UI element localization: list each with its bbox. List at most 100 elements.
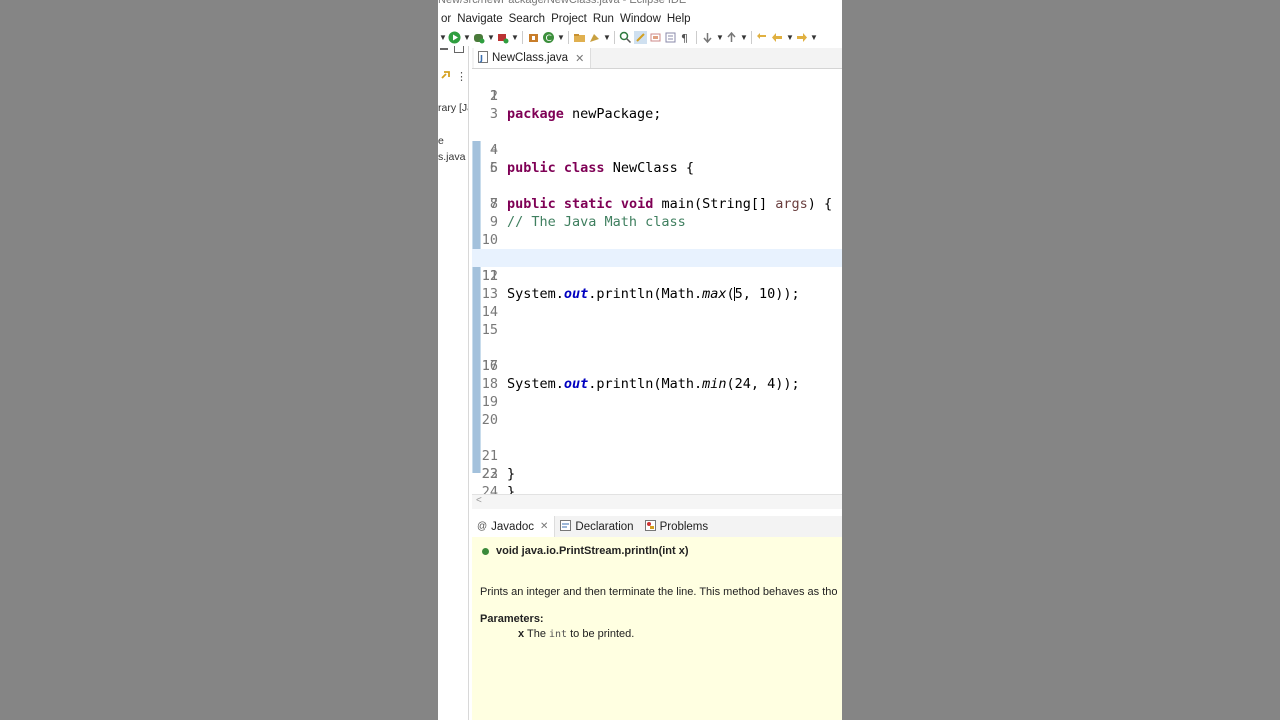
tree-item-package[interactable]: e xyxy=(438,135,444,147)
code-line: 13 xyxy=(481,286,498,302)
forward-icon[interactable] xyxy=(795,31,808,44)
scroll-left-icon[interactable]: < xyxy=(476,495,482,506)
javadoc-params-heading: Parameters: xyxy=(480,613,544,625)
code-line: 8 xyxy=(489,196,498,212)
tree-item-java-file[interactable]: s.java xyxy=(438,151,465,163)
menu-help[interactable]: Help xyxy=(664,10,694,28)
dropdown-arrow-icon[interactable]: ▼ xyxy=(810,31,818,44)
dropdown-arrow-icon[interactable]: ▼ xyxy=(463,31,471,44)
dropdown-arrow-icon[interactable]: ▼ xyxy=(603,31,611,44)
next-annotation-icon[interactable] xyxy=(701,31,714,44)
svg-text:C: C xyxy=(546,34,552,44)
eclipse-window: New/src/newPackage/NewClass.java - Eclip… xyxy=(438,0,842,720)
code-line: 3 xyxy=(489,106,498,122)
code-line: 17 xyxy=(481,358,498,374)
svg-text:¶: ¶ xyxy=(681,32,688,44)
view-menu-icon[interactable]: ⋮ xyxy=(456,70,467,83)
code-line: 1 package newPackage; xyxy=(489,88,662,122)
previous-annotation-icon[interactable] xyxy=(725,31,738,44)
main-toolbar: ▼ ▼ ▼ ▼ C ▼ ▼ ¶ ▼ ▼ ▼ ▼ xyxy=(438,28,842,46)
code-line: 23 xyxy=(481,466,498,482)
fold-collapse-icon[interactable]: ⊖ xyxy=(492,141,497,159)
run-icon[interactable] xyxy=(448,31,461,44)
bottom-panel-tabs: @ Javadoc ✕ Declaration Problems xyxy=(472,516,842,538)
problems-icon xyxy=(644,519,656,534)
at-icon: @ xyxy=(477,521,488,532)
menu-bar: or Navigate Search Project Run Window He… xyxy=(438,10,842,28)
show-whitespace-icon[interactable]: ¶ xyxy=(679,31,692,45)
menu-run[interactable]: Run xyxy=(590,10,617,28)
public-method-icon xyxy=(482,547,489,555)
last-edit-location-icon[interactable] xyxy=(756,31,769,44)
external-tools-icon[interactable] xyxy=(496,31,509,44)
code-line: 24 xyxy=(481,484,498,494)
declaration-icon xyxy=(560,519,572,534)
code-line: 12 xyxy=(481,268,498,284)
code-line: 4 public class NewClass { xyxy=(489,142,694,176)
code-line: 14 xyxy=(481,304,498,320)
menu-project[interactable]: Project xyxy=(548,10,590,28)
code-line: 22 } xyxy=(481,466,516,494)
toolbar-separator xyxy=(568,30,569,44)
code-line: 6 xyxy=(489,160,498,176)
menu-editor[interactable]: or xyxy=(438,10,454,28)
code-line: 7 // The Java Math class xyxy=(489,196,686,230)
menu-search[interactable]: Search xyxy=(506,10,548,28)
toolbar-separator xyxy=(751,30,752,44)
dropdown-arrow-icon[interactable]: ▼ xyxy=(786,31,794,44)
code-line: 9 xyxy=(489,214,498,230)
javadoc-view: void java.io.PrintStream.println(int x) … xyxy=(472,537,842,720)
tree-item-jre-library[interactable]: rary [Ja xyxy=(438,102,468,114)
horizontal-scrollbar[interactable]: < xyxy=(472,494,842,509)
back-icon[interactable] xyxy=(771,31,784,44)
editor-tab-label: NewClass.java xyxy=(492,52,569,64)
new-class-icon[interactable]: C xyxy=(542,31,555,44)
dropdown-arrow-icon[interactable]: ▼ xyxy=(487,31,495,44)
minimize-icon[interactable] xyxy=(440,48,448,50)
open-task-icon[interactable] xyxy=(588,31,601,44)
current-code-line: 11 System.out.println(Math.max(5, 10)); xyxy=(472,249,842,302)
dropdown-arrow-icon[interactable]: ▼ xyxy=(740,31,748,44)
code-line: 20 xyxy=(481,412,498,428)
toggle-mark-occurrences-icon[interactable] xyxy=(634,30,647,44)
code-line: 18 xyxy=(481,376,498,392)
javadoc-param: x The int to be printed. xyxy=(518,628,635,640)
javadoc-signature: void java.io.PrintStream.println(int x) xyxy=(482,545,689,557)
toolbar-separator xyxy=(696,30,697,44)
word-wrap-icon[interactable] xyxy=(664,31,677,44)
svg-text:J: J xyxy=(479,54,483,63)
editor-tab-newclass[interactable]: J NewClass.java ✕ xyxy=(474,48,592,68)
dropdown-arrow-icon[interactable]: ▼ xyxy=(439,31,447,44)
javadoc-description: Prints an integer and then terminate the… xyxy=(480,586,838,598)
open-type-icon[interactable] xyxy=(573,31,586,44)
new-package-icon[interactable] xyxy=(527,31,540,44)
dropdown-arrow-icon[interactable]: ▼ xyxy=(716,31,724,44)
window-title: New/src/newPackage/NewClass.java - Eclip… xyxy=(438,0,687,6)
toolbar-separator xyxy=(614,30,615,44)
editor-tab-bar: J NewClass.java ✕ xyxy=(472,48,842,69)
tab-problems[interactable]: Problems xyxy=(640,516,715,537)
tab-javadoc[interactable]: @ Javadoc ✕ xyxy=(472,516,556,537)
dropdown-arrow-icon[interactable]: ▼ xyxy=(557,31,565,44)
dropdown-arrow-icon[interactable]: ▼ xyxy=(511,31,519,44)
link-with-editor-icon[interactable] xyxy=(440,70,452,85)
code-line: 15 xyxy=(481,322,498,338)
code-line: 10 xyxy=(481,232,498,248)
close-icon[interactable]: ✕ xyxy=(575,52,584,65)
toolbar-separator xyxy=(522,30,523,44)
close-icon[interactable]: ✕ xyxy=(540,521,548,532)
code-editor[interactable]: 1 package newPackage; 2 3 4 public class… xyxy=(472,69,842,494)
maximize-icon[interactable] xyxy=(454,46,464,53)
package-explorer-panel: ⋮ rary [Ja e s.java xyxy=(438,46,469,720)
menu-window[interactable]: Window xyxy=(617,10,664,28)
code-line: 21 } xyxy=(481,448,516,482)
menu-navigate[interactable]: Navigate xyxy=(454,10,505,28)
block-selection-icon[interactable] xyxy=(649,31,662,44)
search-icon[interactable] xyxy=(619,31,632,44)
code-line: 5 ⊖ public static void main(String[] arg… xyxy=(472,141,842,212)
debug-icon[interactable] xyxy=(472,31,485,44)
java-file-icon: J xyxy=(478,50,488,66)
tab-declaration[interactable]: Declaration xyxy=(555,516,639,537)
code-line: 2 xyxy=(489,88,498,104)
code-line: 16 System.out.println(Math.min(24, 4)); xyxy=(481,358,800,392)
